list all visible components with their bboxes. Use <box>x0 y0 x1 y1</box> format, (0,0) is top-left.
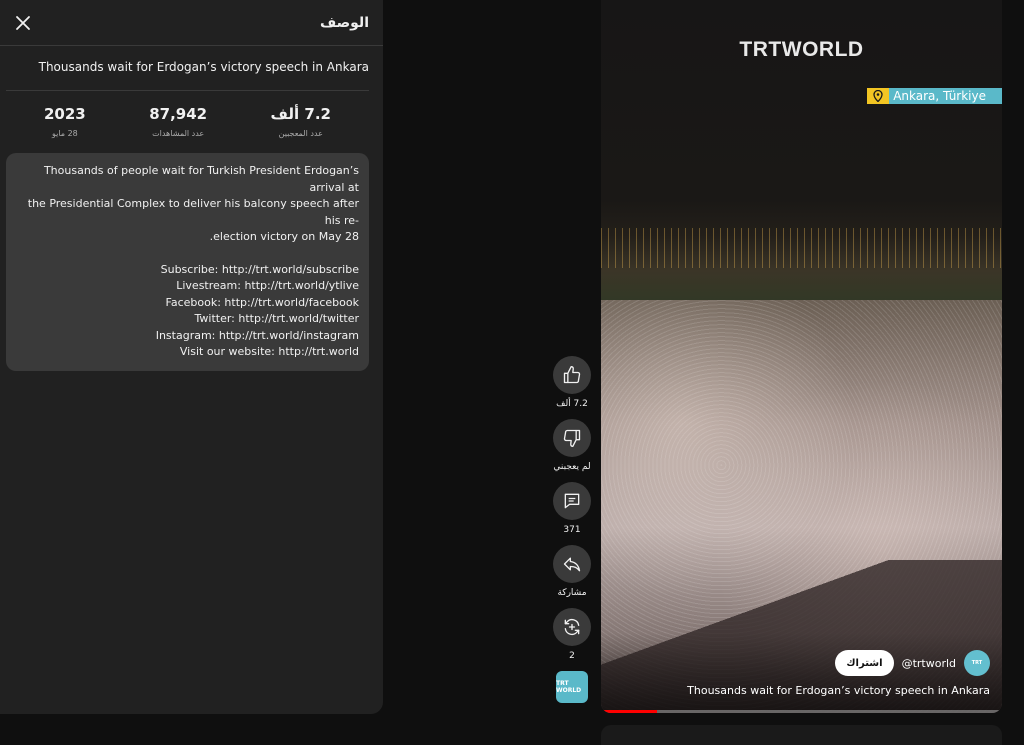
like-button[interactable] <box>553 356 591 394</box>
share-label: مشاركة <box>557 588 587 598</box>
stats-row: 2023 28 مايو 87,942 عدد المشاهدات 7.2 أل… <box>0 91 383 153</box>
description-link[interactable]: Visit our website: http://trt.world <box>20 344 359 361</box>
remix-icon <box>564 618 580 636</box>
dislike-label: لم يعجبني <box>553 462 591 472</box>
description-link[interactable]: Livestream: http://trt.world/ytlive <box>20 278 359 295</box>
next-video-peek[interactable] <box>601 725 1002 745</box>
description-box: Thousands of people wait for Turkish Pre… <box>6 153 369 371</box>
comment-count: 371 <box>563 525 581 535</box>
stat-label: 28 مايو <box>51 129 78 138</box>
description-panel: الوصف Thousands wait for Erdogan’s victo… <box>0 0 383 714</box>
stat-likes: 7.2 ألف عدد المعجبين <box>271 105 331 153</box>
video-player[interactable]: TRTWORLD Ankara, Türkiye اشتراك @trtworl… <box>601 0 1002 713</box>
dislike-action: لم يعجبني <box>550 419 594 472</box>
remix-action: 2 <box>550 608 594 661</box>
stat-date: 2023 28 مايو <box>44 105 86 153</box>
description-link[interactable]: Twitter: http://trt.world/twitter <box>20 311 360 328</box>
location-pin-icon <box>867 88 890 104</box>
progress-bar[interactable] <box>601 710 1002 713</box>
subscribe-button[interactable]: اشتراك <box>835 650 894 676</box>
thumb-down-icon <box>563 429 581 447</box>
channel-thumbnail[interactable]: TRT WORLD <box>556 671 588 703</box>
stat-value: 7.2 ألف <box>270 105 331 123</box>
description-line: Thousands of people wait for Turkish Pre… <box>43 164 359 194</box>
description-link[interactable]: Facebook: http://trt.world/facebook <box>20 295 359 312</box>
location-text: Ankara, Türkiye <box>889 88 1002 104</box>
channel-handle[interactable]: @trtworld <box>902 657 956 670</box>
stat-views: 87,942 عدد المشاهدات <box>149 105 207 153</box>
like-count: 7.2 ألف <box>556 399 588 409</box>
comment-button[interactable] <box>553 482 591 520</box>
watermark-logo: TRTWORLD <box>739 38 864 61</box>
description-line: .election victory on May 28 <box>209 230 359 243</box>
like-action: 7.2 ألف <box>550 356 594 409</box>
remix-count: 2 <box>569 651 575 661</box>
description-link[interactable]: Subscribe: http://trt.world/subscribe <box>20 262 359 279</box>
share-icon <box>563 557 581 572</box>
share-action: مشاركة <box>550 545 594 598</box>
stat-label: عدد المعجبين <box>278 129 323 138</box>
channel-row: اشتراك @trtworld TRT <box>835 650 990 676</box>
video-title: Thousands wait for Erdogan’s victory spe… <box>38 60 369 74</box>
description-link[interactable]: Instagram: http://trt.world/instagram <box>20 328 359 345</box>
comment-icon <box>564 493 580 509</box>
thumb-up-icon <box>563 366 581 384</box>
stat-value: 87,942 <box>149 105 208 123</box>
remix-button[interactable] <box>553 608 591 646</box>
comment-action: 371 <box>550 482 594 535</box>
stat-value: 2023 <box>44 105 86 123</box>
dislike-button[interactable] <box>553 419 591 457</box>
panel-header: الوصف <box>0 0 383 46</box>
location-tag: Ankara, Türkiye <box>867 88 1002 104</box>
close-icon <box>16 15 30 30</box>
video-caption[interactable]: Thousands wait for Erdogan’s victory spe… <box>687 684 990 697</box>
stat-label: عدد المشاهدات <box>152 129 205 138</box>
channel-avatar[interactable]: TRT <box>964 650 990 676</box>
action-rail: 7.2 ألف لم يعجبني 371 مشاركة 2 TRT WORLD <box>550 356 594 703</box>
share-button[interactable] <box>553 545 591 583</box>
progress-fill <box>601 710 658 713</box>
close-button[interactable] <box>12 12 34 34</box>
description-line: the Presidential Complex to deliver his … <box>27 197 359 227</box>
video-frame-city <box>601 228 1002 268</box>
panel-title: الوصف <box>319 14 369 31</box>
